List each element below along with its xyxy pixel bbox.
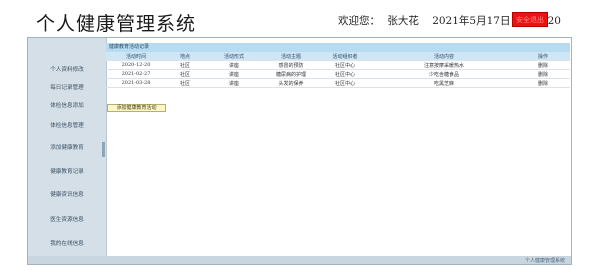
sidebar-item-daily-records[interactable]: 每日记录管理 [28, 84, 106, 93]
column-header: 活动形式 [204, 52, 264, 61]
column-header: 活动组织者 [318, 52, 372, 61]
table-cell: 社区中心 [318, 69, 372, 79]
sidebar-item-checkup-manage[interactable]: 体检信息管理 [28, 122, 106, 131]
logout-button[interactable]: 安全退出 [512, 12, 548, 27]
table-cell: 讲座 [204, 60, 264, 70]
table-cell: 少吃含糖食品 [372, 69, 516, 79]
column-header: 活动时间 [106, 52, 166, 61]
table-row: 2021-03-28 社区 讲座 头发的保养 社区中心 吃黑芝麻 删除 [106, 78, 570, 88]
sidebar-item-education-records[interactable]: 健康教育记录 [28, 168, 106, 177]
table-cell: 头发的保养 [264, 78, 318, 88]
footer-text: 个人健康管理系统 [524, 258, 565, 264]
table-cell: 社区 [166, 69, 204, 79]
table-cell: 吃黑芝麻 [372, 78, 516, 88]
sidebar-item-profile[interactable]: 个人资料修改 [28, 66, 106, 75]
table-cell: 社区 [166, 60, 204, 70]
records-table: 活动时间 地点 活动形式 活动主题 活动组织者 活动内容 操作 2020-12-… [106, 52, 570, 88]
footer: 个人健康管理系统 [28, 256, 571, 264]
app-title: 个人健康管理系统 [36, 13, 197, 35]
delete-link[interactable]: 删除 [516, 78, 570, 88]
table-cell: 讲座 [204, 78, 264, 88]
table-header-row: 活动时间 地点 活动形式 活动主题 活动组织者 活动内容 操作 [106, 52, 570, 61]
sidebar: 个人资料修改 每日记录管理 体检信息添加 体检信息管理 添加健康教育 健康教育记… [28, 38, 106, 256]
delete-link[interactable]: 删除 [516, 69, 570, 79]
table-row: 2021-02-27 社区 讲座 糖尿病的护理 社区中心 少吃含糖食品 删除 [106, 69, 570, 79]
sidebar-collapse-handle[interactable] [102, 142, 105, 157]
table-cell: 社区中心 [318, 78, 372, 88]
sidebar-item-health-news[interactable]: 健康资讯信息 [28, 191, 106, 200]
column-header: 活动主题 [264, 52, 318, 61]
welcome-label: 欢迎您： [338, 15, 380, 27]
column-header: 操作 [516, 52, 570, 61]
table-row: 2020-12-20 社区 讲座 感冒的预防 社区中心 注意按摩采暖热水 删除 [106, 60, 570, 70]
delete-link[interactable]: 删除 [516, 60, 570, 70]
table-cell: 2020-12-20 [106, 60, 166, 70]
username: 张大花 [387, 15, 419, 27]
sidebar-item-checkup-add[interactable]: 体检信息添加 [28, 102, 106, 111]
table-cell: 2021-02-27 [106, 69, 166, 79]
table-cell: 注意按摩采暖热水 [372, 60, 516, 70]
column-header: 活动内容 [372, 52, 516, 61]
sidebar-item-online-info[interactable]: 我的在线信息 [28, 240, 106, 249]
header: 个人健康管理系统 欢迎您： 张大花 2021年5月17日 20:43:20 安全… [0, 0, 612, 36]
table-cell: 感冒的预防 [264, 60, 318, 70]
table-cell: 2021-03-28 [106, 78, 166, 88]
add-education-button[interactable]: 添加健康教育活动 [107, 104, 166, 112]
table-cell: 讲座 [204, 69, 264, 79]
sidebar-item-add-education[interactable]: 添加健康教育 [28, 144, 106, 153]
table-cell: 社区中心 [318, 60, 372, 70]
sidebar-item-doctor-resources[interactable]: 医生资源信息 [28, 216, 106, 225]
section-title: 健康教育活动记录 [106, 43, 570, 52]
column-header: 地点 [166, 52, 204, 61]
table-cell: 社区 [166, 78, 204, 88]
table-cell: 糖尿病的护理 [264, 69, 318, 79]
